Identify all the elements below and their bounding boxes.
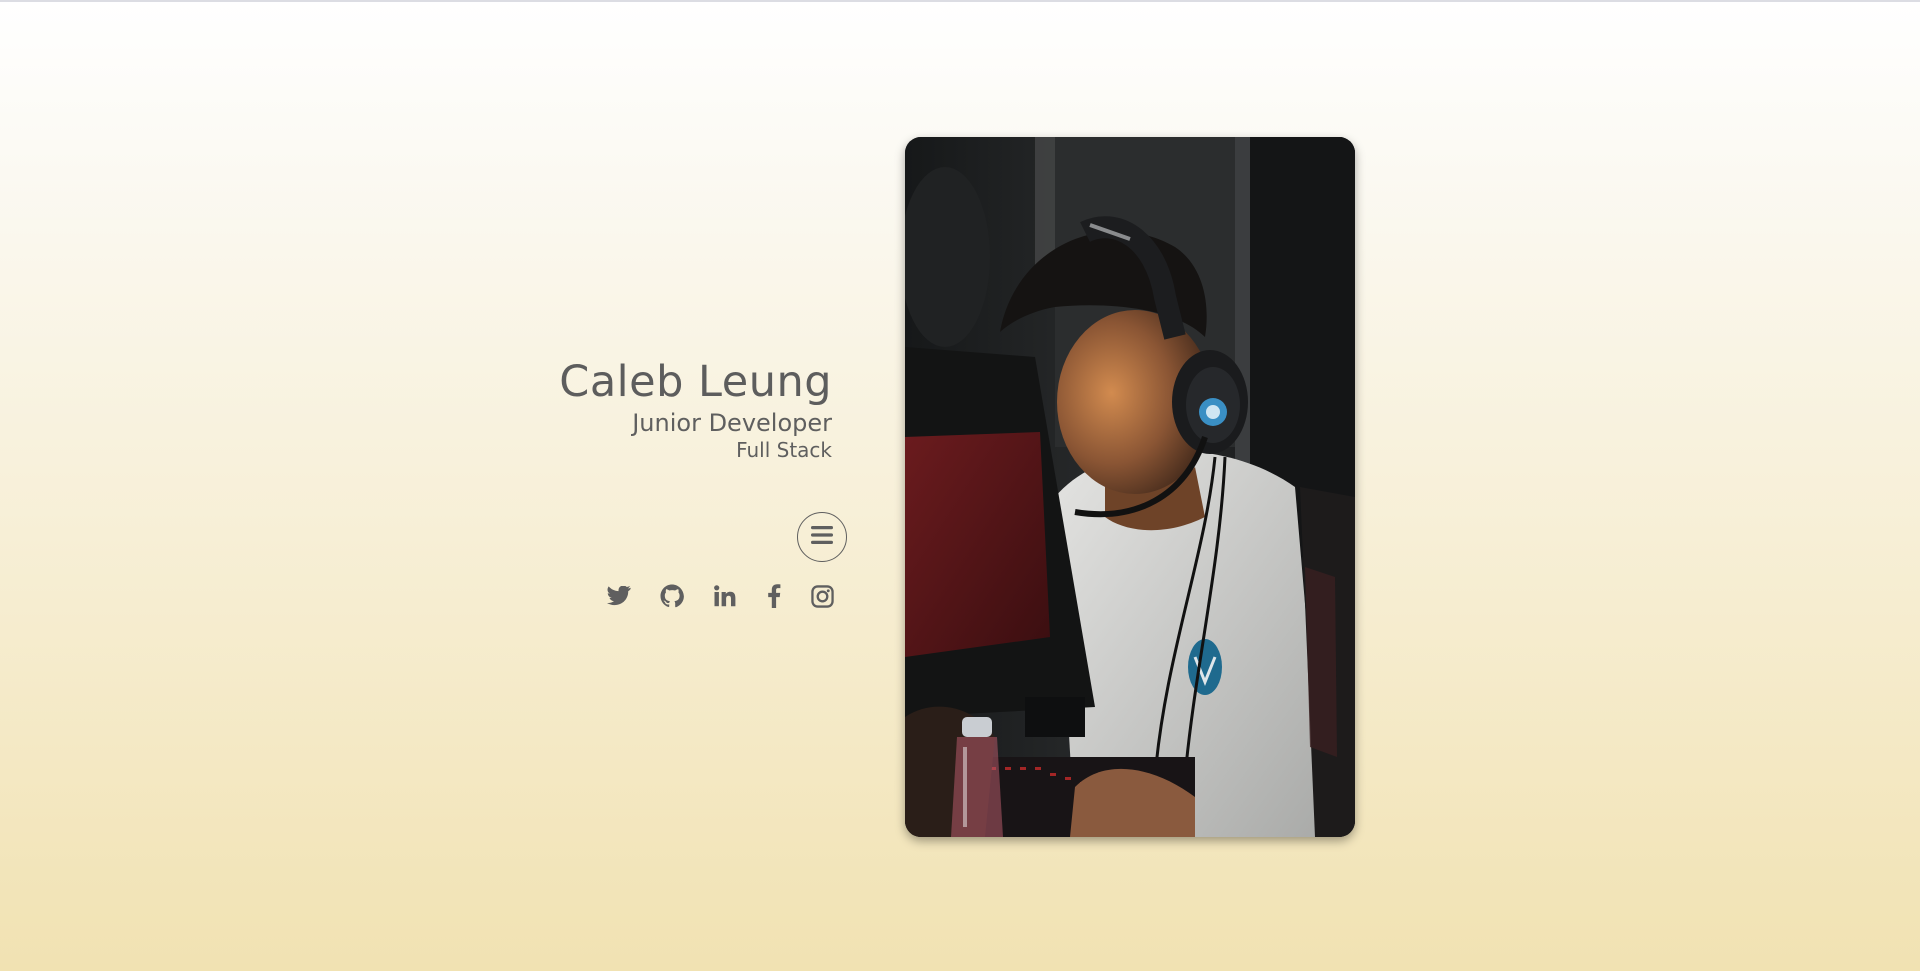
profile-stack: Full Stack	[736, 438, 832, 462]
facebook-icon	[767, 584, 781, 612]
top-border	[0, 0, 1920, 2]
hamburger-menu-icon	[811, 526, 833, 548]
profile-photo	[905, 137, 1355, 837]
github-link[interactable]	[659, 584, 685, 612]
facebook-link[interactable]	[761, 584, 787, 612]
instagram-link[interactable]	[809, 584, 835, 612]
intro-block: Caleb Leung Junior Developer Full Stack	[559, 356, 832, 462]
linkedin-icon	[714, 585, 736, 611]
profile-role: Junior Developer	[632, 409, 832, 437]
profile-name: Caleb Leung	[559, 357, 832, 407]
twitter-link[interactable]	[606, 584, 632, 612]
instagram-icon	[810, 584, 834, 612]
social-links	[606, 584, 835, 612]
twitter-icon	[607, 585, 631, 610]
linkedin-link[interactable]	[712, 584, 738, 612]
menu-button[interactable]	[797, 512, 847, 562]
github-icon	[660, 584, 684, 612]
